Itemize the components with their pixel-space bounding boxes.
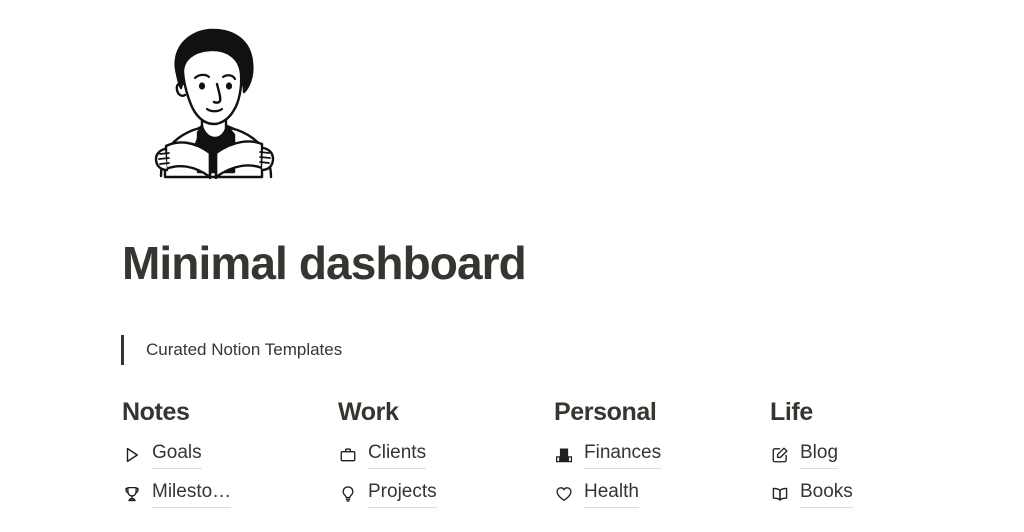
quote-text: Curated Notion Templates: [146, 340, 343, 360]
column-personal: Personal Finances Health: [554, 398, 770, 518]
quote-bar: [121, 335, 124, 365]
link-row-books[interactable]: Books: [770, 479, 986, 510]
link-row-projects[interactable]: Projects: [338, 479, 554, 510]
bar-chart-icon: [554, 445, 574, 465]
open-book-icon: [770, 484, 790, 504]
heart-icon: [554, 484, 574, 504]
column-notes: Notes Goals Milesto…: [122, 398, 338, 518]
link-label-health: Health: [584, 480, 639, 509]
link-row-goals[interactable]: Goals: [122, 440, 338, 471]
link-label-goals: Goals: [152, 441, 202, 470]
link-row-blog[interactable]: Blog: [770, 440, 986, 471]
link-row-clients[interactable]: Clients: [338, 440, 554, 471]
link-label-clients: Clients: [368, 441, 427, 470]
link-columns: Notes Goals Milesto… Work Clients Projec…: [122, 398, 1002, 518]
link-label-blog: Blog: [800, 441, 839, 470]
edit-square-icon: [770, 445, 790, 465]
cursor-arrow-icon: [122, 445, 142, 465]
link-row-finances[interactable]: Finances: [554, 440, 770, 471]
link-label-milestones: Milesto…: [152, 480, 232, 509]
column-work: Work Clients Projects: [338, 398, 554, 518]
page-title: Minimal dashboard: [122, 237, 527, 289]
person-reading-book-illustration: [138, 22, 288, 180]
column-title-work: Work: [338, 398, 399, 426]
trophy-icon: [122, 484, 142, 504]
link-label-projects: Projects: [368, 480, 437, 509]
link-row-health[interactable]: Health: [554, 479, 770, 510]
lightbulb-icon: [338, 484, 358, 504]
link-label-books: Books: [800, 480, 853, 509]
dashboard-page: Minimal dashboard Curated Notion Templat…: [0, 0, 1024, 532]
column-title-life: Life: [770, 398, 813, 426]
column-title-personal: Personal: [554, 398, 657, 426]
link-row-milestones[interactable]: Milesto…: [122, 479, 338, 510]
column-life: Life Blog Books: [770, 398, 986, 518]
briefcase-icon: [338, 445, 358, 465]
link-label-finances: Finances: [584, 441, 662, 470]
quote-block: Curated Notion Templates: [121, 333, 342, 367]
column-title-notes: Notes: [122, 398, 190, 426]
